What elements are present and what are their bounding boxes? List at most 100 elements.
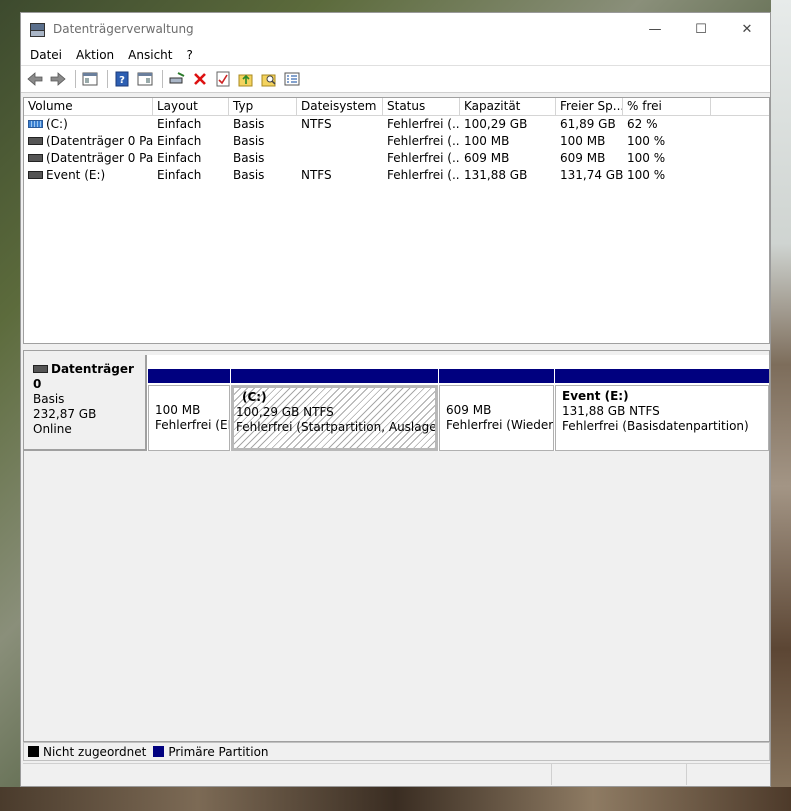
- maximize-button[interactable]: ☐: [678, 13, 724, 45]
- checklist-icon[interactable]: [213, 69, 233, 89]
- partition-recovery[interactable]: 609 MB Fehlerfrei (Wiederh: [439, 369, 554, 453]
- volume-icon: [28, 136, 43, 145]
- close-button[interactable]: ✕: [724, 13, 770, 45]
- desktop-background: [771, 0, 791, 811]
- title-bar[interactable]: Datenträgerverwaltung — ☐ ✕: [21, 13, 770, 45]
- volume-dateisystem: NTFS: [301, 168, 332, 182]
- column-header-volume[interactable]: Volume: [24, 98, 153, 115]
- column-header-status[interactable]: Status: [383, 98, 460, 115]
- table-row[interactable]: (C:) Einfach Basis NTFS Fehlerfrei (... …: [24, 116, 769, 133]
- status-bar-section: [687, 764, 770, 785]
- menu-aktion[interactable]: Aktion: [69, 48, 121, 62]
- legend-label-unallocated: Nicht zugeordnet: [43, 744, 147, 759]
- folder-up-icon[interactable]: [236, 69, 256, 89]
- disk-management-app-icon: [29, 21, 45, 37]
- volume-list-header: Volume Layout Typ Dateisystem Status Kap…: [24, 98, 769, 116]
- volume-list[interactable]: Volume Layout Typ Dateisystem Status Kap…: [23, 97, 770, 344]
- partition-status: Fehlerfrei (EF: [155, 418, 230, 432]
- volume-prozent: 100 %: [627, 134, 666, 148]
- partition-e[interactable]: Event (E:) 131,88 GB NTFS Fehlerfrei (Ba…: [555, 369, 769, 453]
- disk-state: Online: [33, 422, 72, 436]
- system-volume-icon: [28, 119, 43, 128]
- back-arrow-icon[interactable]: [25, 69, 45, 89]
- partition-size: 100 MB: [155, 403, 201, 417]
- toolbar-separator: [75, 70, 76, 88]
- column-header-layout[interactable]: Layout: [153, 98, 229, 115]
- properties-pane-icon[interactable]: [135, 69, 155, 89]
- volume-status: Fehlerfrei (...: [387, 134, 460, 148]
- table-row[interactable]: Event (E:) Einfach Basis NTFS Fehlerfrei…: [24, 167, 769, 184]
- window-title: Datenträgerverwaltung: [53, 22, 194, 36]
- partition-bar: [439, 369, 554, 383]
- toolbar: ?: [21, 65, 770, 93]
- menu-ansicht[interactable]: Ansicht: [121, 48, 179, 62]
- legend-swatch-unallocated: [28, 746, 39, 757]
- disk-icon: [33, 364, 48, 373]
- volume-frei: 609 MB: [560, 151, 606, 165]
- table-row[interactable]: (Datenträger 0 Par... Einfach Basis Fehl…: [24, 133, 769, 150]
- column-header-kapazitaet[interactable]: Kapazität: [460, 98, 556, 115]
- svg-text:?: ?: [119, 75, 125, 86]
- column-header-dateisystem[interactable]: Dateisystem: [297, 98, 383, 115]
- column-header-freier-speicher[interactable]: Freier Sp...: [556, 98, 623, 115]
- menu-datei[interactable]: Datei: [23, 48, 69, 62]
- volume-layout: Einfach: [157, 151, 202, 165]
- volume-typ: Basis: [233, 168, 265, 182]
- help-icon[interactable]: ?: [112, 69, 132, 89]
- partition-bar: [148, 369, 230, 383]
- volume-prozent: 100 %: [627, 168, 666, 182]
- partition-name: Event (E:): [562, 389, 629, 403]
- partition-status: Fehlerfrei (Wiederh: [446, 418, 554, 432]
- toolbar-separator: [107, 70, 108, 88]
- volume-layout: Einfach: [157, 134, 202, 148]
- partition-bar: [231, 369, 438, 383]
- folder-search-icon[interactable]: [259, 69, 279, 89]
- disk-row: Datenträger 0 Basis 232,87 GB Online 100…: [24, 355, 769, 451]
- volume-status: Fehlerfrei (...: [387, 151, 460, 165]
- connect-disk-icon[interactable]: [167, 69, 187, 89]
- disk-graphical-view[interactable]: Datenträger 0 Basis 232,87 GB Online 100…: [23, 350, 770, 742]
- partition-c[interactable]: (C:) 100,29 GB NTFS Fehlerfrei (Startpar…: [231, 369, 438, 453]
- partition-status: Fehlerfrei (Basisdatenpartition): [562, 419, 749, 433]
- column-header-typ[interactable]: Typ: [229, 98, 297, 115]
- partition-bar: [555, 369, 769, 383]
- volume-kapazitaet: 131,88 GB: [464, 168, 528, 182]
- column-header-prozent-frei[interactable]: % frei: [623, 98, 711, 115]
- volume-frei: 100 MB: [560, 134, 606, 148]
- list-view-icon[interactable]: [282, 69, 302, 89]
- partition-name: (C:): [242, 390, 267, 404]
- volume-name: (C:): [46, 117, 68, 131]
- disk-size: 232,87 GB: [33, 407, 97, 421]
- menu-help[interactable]: ?: [179, 48, 199, 62]
- volume-frei: 61,89 GB: [560, 117, 616, 131]
- disk-type: Basis: [33, 392, 65, 406]
- volume-status: Fehlerfrei (...: [387, 168, 460, 182]
- disk-name: Datenträger 0: [33, 362, 134, 391]
- console-tree-icon[interactable]: [80, 69, 100, 89]
- volume-typ: Basis: [233, 151, 265, 165]
- legend: Nicht zugeordnet Primäre Partition: [23, 742, 770, 761]
- forward-arrow-icon[interactable]: [48, 69, 68, 89]
- volume-kapazitaet: 609 MB: [464, 151, 510, 165]
- delete-icon[interactable]: [190, 69, 210, 89]
- volume-dateisystem: [297, 133, 383, 150]
- volume-dateisystem: [297, 150, 383, 167]
- partition-size: 100,29 GB NTFS: [236, 405, 334, 419]
- volume-frei: 131,74 GB: [560, 168, 623, 182]
- volume-layout: Einfach: [157, 117, 202, 131]
- volume-kapazitaet: 100,29 GB: [464, 117, 528, 131]
- volume-prozent: 100 %: [627, 151, 666, 165]
- volume-icon: [28, 170, 43, 179]
- volume-typ: Basis: [233, 134, 265, 148]
- partition-efi[interactable]: 100 MB Fehlerfrei (EF: [148, 369, 230, 453]
- volume-status: Fehlerfrei (...: [387, 117, 460, 131]
- legend-swatch-primary: [153, 746, 165, 757]
- table-row[interactable]: (Datenträger 0 Par... Einfach Basis Fehl…: [24, 150, 769, 167]
- partition-size: 131,88 GB NTFS: [562, 404, 660, 418]
- volume-name: Event (E:): [46, 168, 106, 182]
- disk-management-window: Datenträgerverwaltung — ☐ ✕ Datei Aktion…: [20, 12, 771, 787]
- minimize-button[interactable]: —: [632, 13, 678, 45]
- disk-label[interactable]: Datenträger 0 Basis 232,87 GB Online: [24, 355, 147, 451]
- status-bar: [23, 763, 770, 786]
- volume-dateisystem: NTFS: [301, 117, 332, 131]
